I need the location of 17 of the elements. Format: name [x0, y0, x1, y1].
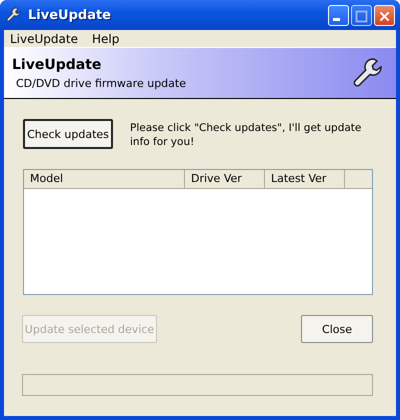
minimize-icon	[333, 18, 340, 20]
info-message: Please click "Check updates", I'll get update info for you!	[130, 121, 362, 149]
check-updates-button[interactable]: Check updates	[23, 119, 113, 149]
window-title: LiveUpdate	[28, 8, 112, 22]
maximize-button[interactable]	[351, 4, 372, 26]
wrench-icon	[6, 7, 22, 23]
menu-item[interactable]: Help	[92, 32, 120, 46]
column-header[interactable]: Model	[24, 170, 185, 188]
close-button[interactable]	[374, 4, 395, 26]
header-subtitle: CD/DVD drive firmware update	[15, 76, 186, 90]
column-header[interactable]: Latest Ver	[265, 170, 345, 188]
menu-item[interactable]: LiveUpdate	[10, 32, 78, 46]
minimize-button[interactable]	[328, 4, 349, 26]
header-title: LiveUpdate	[12, 56, 102, 72]
column-header[interactable]: Drive Ver	[185, 170, 265, 188]
wrench-icon	[352, 57, 384, 89]
close-button[interactable]: Close	[301, 315, 373, 343]
